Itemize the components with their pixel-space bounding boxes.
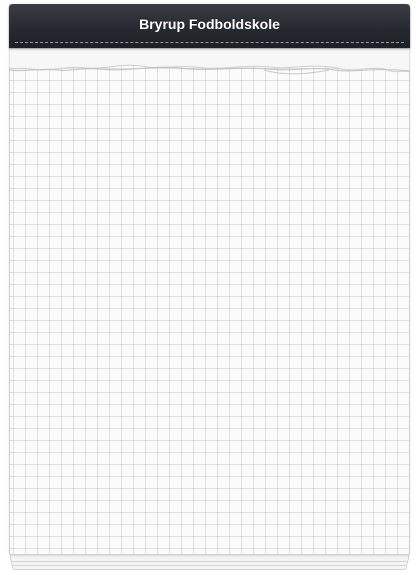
torn-paper-edge	[9, 48, 410, 75]
page-title: Bryrup Fodboldskole	[139, 16, 280, 32]
binding-stitch	[15, 42, 404, 43]
notepad-binding-header: Bryrup Fodboldskole	[9, 4, 410, 48]
notepad: Bryrup Fodboldskole	[9, 4, 410, 570]
grid-paper-sheet	[9, 4, 410, 555]
